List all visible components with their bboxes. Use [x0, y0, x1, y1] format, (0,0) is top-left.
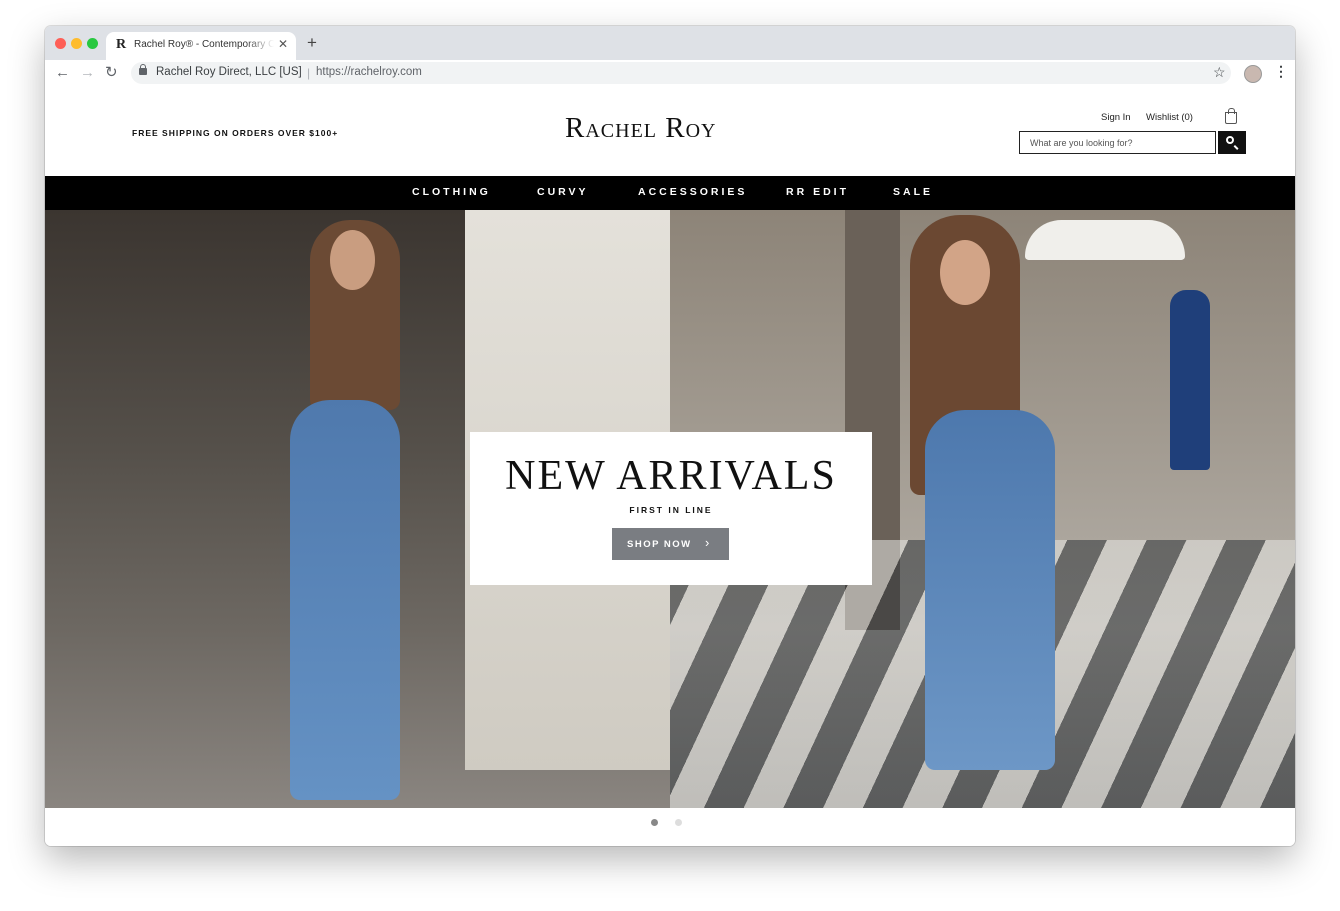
sign-in-link[interactable]: Sign In: [1101, 112, 1131, 123]
address-bar[interactable]: Rachel Roy Direct, LLC [US] | https://ra…: [131, 62, 1231, 84]
favicon-icon: R: [116, 37, 127, 52]
browser-toolbar: ← → ↻ Rachel Roy Direct, LLC [US] | http…: [45, 60, 1295, 89]
hero-subtitle: FIRST IN LINE: [629, 505, 713, 515]
model-left-denim-outfit: [290, 400, 400, 800]
carousel-dot-1[interactable]: [651, 819, 658, 826]
search-button[interactable]: [1218, 131, 1246, 154]
model-right-denim-dress: [925, 410, 1055, 770]
minimize-window-button[interactable]: [71, 38, 82, 49]
nav-item-sale[interactable]: SALE: [893, 186, 933, 198]
nav-item-curvy[interactable]: CURVY: [537, 186, 589, 198]
model-right-face: [940, 240, 990, 305]
main-nav: CLOTHING CURVY ACCESSORIES RR EDIT SALE: [45, 176, 1295, 210]
lock-icon[interactable]: [139, 64, 147, 75]
forward-arrow-icon[interactable]: →: [80, 64, 95, 82]
close-window-button[interactable]: [55, 38, 66, 49]
reload-icon[interactable]: ↻: [105, 64, 118, 82]
back-arrow-icon[interactable]: ←: [55, 64, 70, 82]
url-separator: |: [307, 66, 311, 80]
hero-promo-box: NEW ARRIVALS FIRST IN LINE SHOP NOW ›: [470, 432, 872, 585]
url-text[interactable]: https://rachelroy.com: [316, 66, 422, 78]
nav-item-clothing[interactable]: CLOTHING: [412, 186, 491, 198]
search-input[interactable]: [1019, 131, 1216, 154]
hero-backdrop-umbrella: [1025, 220, 1185, 260]
site-identity: Rachel Roy Direct, LLC [US]: [156, 66, 302, 78]
tab-title: Rachel Roy® - Contemporary Clothing: [134, 39, 274, 50]
profile-avatar[interactable]: [1244, 65, 1262, 83]
hero-title: NEW ARRIVALS: [505, 453, 837, 499]
shop-now-label: SHOP NOW: [627, 539, 692, 550]
chevron-right-icon: ›: [705, 535, 711, 550]
hero-background-person: [1170, 290, 1210, 470]
bookmark-star-icon[interactable]: ☆: [1213, 64, 1226, 81]
search-icon: [1226, 136, 1234, 144]
shop-now-button[interactable]: SHOP NOW ›: [612, 528, 729, 560]
browser-menu-icon[interactable]: ⋮: [1274, 63, 1288, 80]
shopping-bag-icon[interactable]: [1225, 108, 1237, 124]
model-left-face: [330, 230, 375, 290]
tab-strip: R Rachel Roy® - Contemporary Clothing ✕ …: [45, 26, 1295, 60]
new-tab-button[interactable]: +: [307, 34, 317, 51]
site-logo[interactable]: Rachel Roy: [565, 112, 716, 145]
maximize-window-button[interactable]: [87, 38, 98, 49]
hero-carousel[interactable]: NEW ARRIVALS FIRST IN LINE SHOP NOW ›: [45, 210, 1295, 808]
browser-tab[interactable]: R Rachel Roy® - Contemporary Clothing ✕: [106, 32, 296, 60]
free-shipping-banner: FREE SHIPPING ON ORDERS OVER $100+: [132, 128, 339, 138]
nav-item-rr-edit[interactable]: RR EDIT: [786, 186, 849, 198]
nav-item-accessories[interactable]: ACCESSORIES: [638, 186, 747, 198]
wishlist-link[interactable]: Wishlist (0): [1146, 112, 1193, 123]
carousel-dot-2[interactable]: [675, 819, 682, 826]
close-tab-icon[interactable]: ✕: [278, 37, 288, 51]
web-page: FREE SHIPPING ON ORDERS OVER $100+ Rache…: [45, 88, 1295, 846]
browser-window: R Rachel Roy® - Contemporary Clothing ✕ …: [45, 26, 1295, 846]
